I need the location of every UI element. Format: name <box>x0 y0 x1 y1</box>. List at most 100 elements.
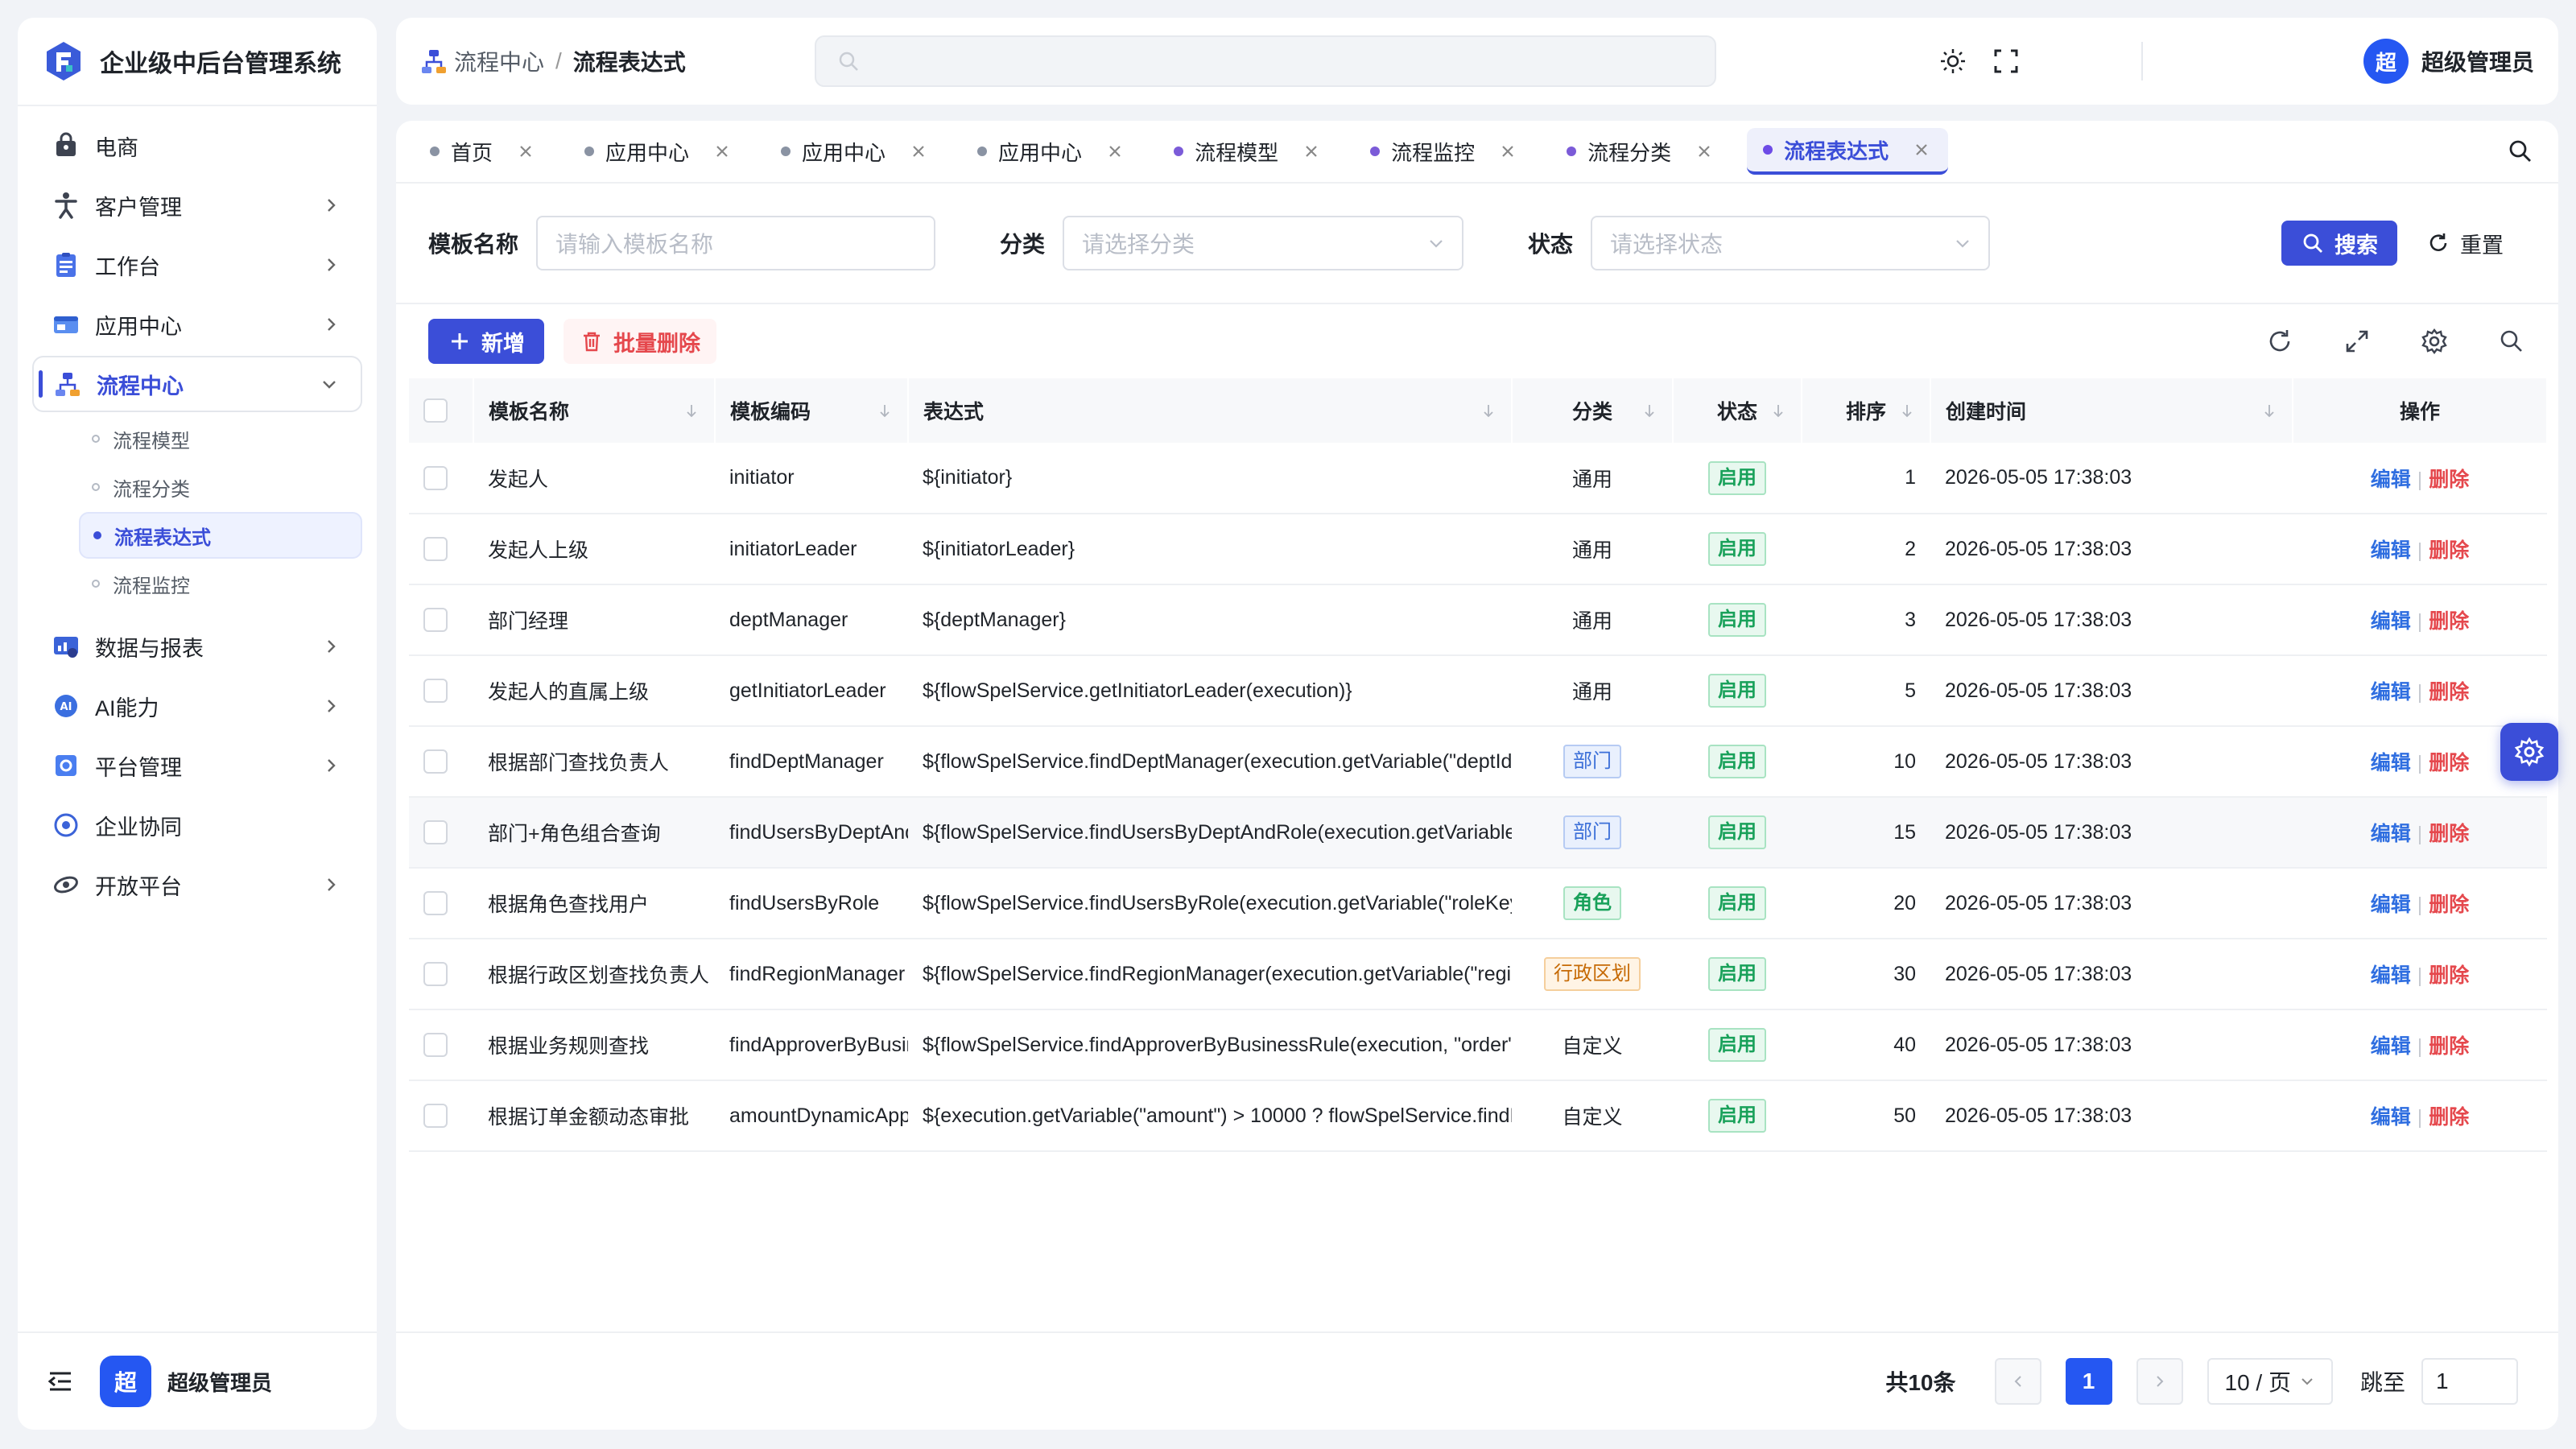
column-header[interactable]: 模板名称 <box>473 378 716 443</box>
submenu-item-flow-model[interactable]: 流程模型 <box>79 415 362 462</box>
sort-arrow-icon[interactable] <box>1899 402 1915 419</box>
close-icon[interactable] <box>517 142 535 160</box>
checkbox[interactable] <box>423 891 448 916</box>
close-icon[interactable] <box>1913 141 1930 159</box>
sort-arrow-icon[interactable] <box>2261 402 2277 419</box>
checkbox[interactable] <box>423 1104 448 1129</box>
edit-link[interactable]: 编辑 <box>2371 752 2411 774</box>
search-icon[interactable] <box>2507 138 2534 165</box>
column-header[interactable]: 状态 <box>1673 378 1802 443</box>
row-select[interactable] <box>409 726 473 797</box>
delete-link[interactable]: 删除 <box>2429 610 2469 633</box>
submenu-item-flow-expression[interactable]: 流程表达式 <box>79 512 362 559</box>
page-number-current[interactable]: 1 <box>2065 1358 2112 1405</box>
column-header[interactable]: 分类 <box>1512 378 1674 443</box>
table-row[interactable]: 部门经理 deptManager ${deptManager} 通用 启用 3 2026-0… <box>409 584 2547 655</box>
edit-link[interactable]: 编辑 <box>2371 1035 2411 1058</box>
sort-arrow-icon[interactable] <box>1770 402 1786 419</box>
tab-flow-expression[interactable]: 流程表达式 <box>1747 128 1949 175</box>
floating-settings-button[interactable] <box>2500 723 2558 781</box>
edit-link[interactable]: 编辑 <box>2371 823 2411 845</box>
fullscreen-icon[interactable] <box>1992 47 2021 76</box>
close-icon[interactable] <box>713 142 731 160</box>
search-button[interactable]: 搜索 <box>2281 221 2398 266</box>
table-row[interactable]: 根据角色查找用户 findUsersByRole ${flowSpelService… <box>409 868 2547 939</box>
checkbox[interactable] <box>423 962 448 987</box>
tab-flow-model[interactable]: 流程模型 <box>1158 128 1338 175</box>
search-icon[interactable] <box>2497 327 2526 356</box>
row-select[interactable] <box>409 939 473 1009</box>
row-select[interactable] <box>409 797 473 868</box>
row-select[interactable] <box>409 655 473 726</box>
delete-link[interactable]: 删除 <box>2429 752 2469 774</box>
sidebar-item-flow-center[interactable]: 流程中心 <box>32 356 362 412</box>
category-select[interactable]: 请选择分类 <box>1063 216 1464 270</box>
header-user[interactable]: 超 超级管理员 <box>2363 39 2534 84</box>
tab-app-center[interactable]: 应用中心 <box>961 128 1141 175</box>
header-select-all[interactable] <box>409 378 474 443</box>
table-row[interactable]: 发起人 initiator ${initiator} 通用 启用 1 2026-05-05 … <box>409 443 2547 514</box>
edit-link[interactable]: 编辑 <box>2371 539 2411 562</box>
expand-icon[interactable] <box>2343 327 2372 356</box>
row-select[interactable] <box>409 868 473 939</box>
row-select[interactable] <box>409 1080 473 1151</box>
reset-button[interactable]: 重置 <box>2426 228 2504 259</box>
row-select[interactable] <box>409 443 473 514</box>
sidebar-item-ecommerce[interactable]: 电商 <box>32 118 362 174</box>
sidebar-item-ai[interactable]: AI AI能力 <box>32 678 362 734</box>
close-icon[interactable] <box>910 142 927 160</box>
edit-link[interactable]: 编辑 <box>2371 894 2411 916</box>
tab-app-center[interactable]: 应用中心 <box>568 128 749 175</box>
tab-home[interactable]: 首页 <box>414 128 552 175</box>
table-row[interactable]: 发起人上级 initiatorLeader ${initiatorLeader} 通用… <box>409 514 2547 584</box>
avatar[interactable]: 超 <box>100 1356 151 1407</box>
jump-page-input[interactable]: 1 <box>2421 1358 2518 1405</box>
checkbox[interactable] <box>423 398 448 423</box>
submenu-item-flow-monitor[interactable]: 流程监控 <box>79 560 362 607</box>
delete-link[interactable]: 删除 <box>2429 823 2469 845</box>
column-header[interactable]: 创建时间 <box>1930 378 2293 443</box>
column-header[interactable]: 排序 <box>1802 378 1931 443</box>
submenu-item-flow-category[interactable]: 流程分类 <box>79 464 362 510</box>
sort-arrow-icon[interactable] <box>1641 402 1657 419</box>
checkbox[interactable] <box>423 679 448 704</box>
table-row[interactable]: 根据行政区划查找负责人 findRegionManager ${flowSpelSe… <box>409 939 2547 1009</box>
close-icon[interactable] <box>1302 142 1320 160</box>
edit-link[interactable]: 编辑 <box>2371 610 2411 633</box>
checkbox[interactable] <box>423 820 448 845</box>
column-header[interactable]: 表达式 <box>908 378 1513 443</box>
checkbox[interactable] <box>423 537 448 562</box>
checkbox[interactable] <box>423 465 448 490</box>
tab-flow-monitor[interactable]: 流程监控 <box>1354 128 1534 175</box>
edit-link[interactable]: 编辑 <box>2371 469 2411 491</box>
row-select[interactable] <box>409 514 473 584</box>
prev-page-button[interactable] <box>1994 1358 2041 1405</box>
sort-arrow-icon[interactable] <box>683 402 700 419</box>
close-icon[interactable] <box>1695 142 1713 160</box>
collapse-menu-icon[interactable] <box>47 1368 74 1395</box>
edit-link[interactable]: 编辑 <box>2371 681 2411 704</box>
next-page-button[interactable] <box>2136 1358 2183 1405</box>
sidebar-item-app-center[interactable]: 应用中心 <box>32 296 362 353</box>
delete-link[interactable]: 删除 <box>2429 964 2469 987</box>
table-row[interactable]: 根据部门查找负责人 findDeptManager ${flowSpelServic… <box>409 726 2547 797</box>
column-header[interactable]: 模板编码 <box>715 378 909 443</box>
sidebar-item-workbench[interactable]: 工作台 <box>32 237 362 293</box>
breadcrumb-parent[interactable]: 流程中心 <box>454 45 544 77</box>
delete-link[interactable]: 删除 <box>2429 469 2469 491</box>
edit-link[interactable]: 编辑 <box>2371 1106 2411 1129</box>
row-select[interactable] <box>409 584 473 655</box>
checkbox[interactable] <box>423 749 448 774</box>
sort-arrow-icon[interactable] <box>877 402 893 419</box>
table-row[interactable]: 发起人的直属上级 getInitiatorLeader ${flowSpelServ… <box>409 655 2547 726</box>
delete-link[interactable]: 删除 <box>2429 539 2469 562</box>
sidebar-item-open-platform[interactable]: 开放平台 <box>32 857 362 913</box>
theme-sun-icon[interactable] <box>1938 47 1967 76</box>
tab-app-center[interactable]: 应用中心 <box>765 128 945 175</box>
avatar[interactable]: 超 <box>2363 39 2409 84</box>
close-icon[interactable] <box>1106 142 1124 160</box>
row-select[interactable] <box>409 1009 473 1080</box>
settings-gear-icon[interactable] <box>2420 327 2449 356</box>
close-icon[interactable] <box>1499 142 1517 160</box>
delete-link[interactable]: 删除 <box>2429 681 2469 704</box>
